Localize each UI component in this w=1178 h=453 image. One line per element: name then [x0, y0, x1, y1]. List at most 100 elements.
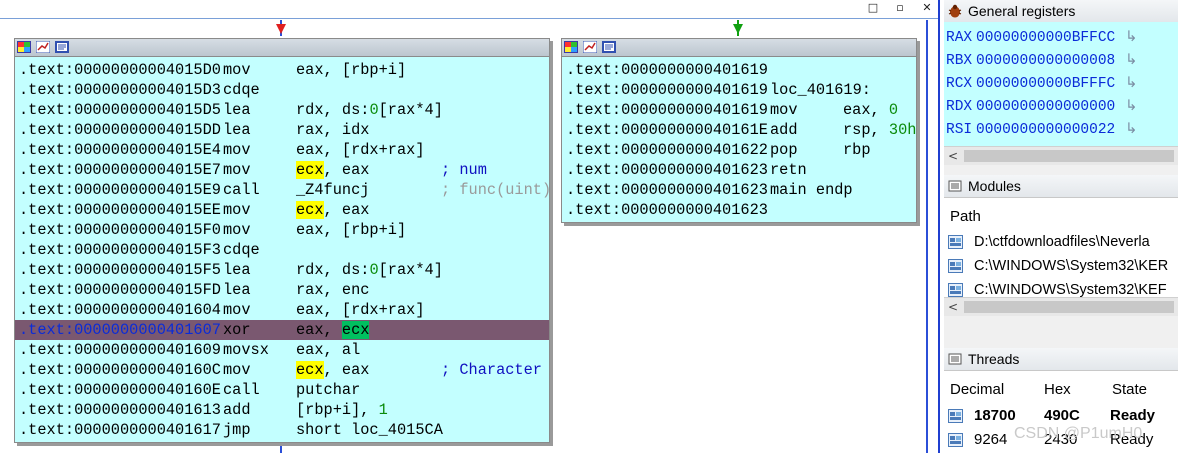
- operands[interactable]: eax, [rdx+rax]: [296, 300, 425, 320]
- operands[interactable]: eax, [rbp+i]: [296, 60, 406, 80]
- decimal-column[interactable]: Decimal: [950, 378, 1004, 402]
- code-block-left[interactable]: .text:00000000004015D0 mov eax, [rbp+i] .te…: [14, 38, 551, 443]
- register-value[interactable]: 00000000000BFFCC: [976, 30, 1115, 46]
- register-value[interactable]: 0000000000000000: [976, 99, 1115, 115]
- jump-arrow-icon[interactable]: ↳: [1125, 121, 1137, 137]
- operands[interactable]: rax, idx: [296, 120, 369, 140]
- code-line[interactable]: .text:00000000004015F5 lea rdx, ds:0[rax*4…: [15, 260, 549, 280]
- operands[interactable]: eax, [rdx+rax]: [296, 140, 425, 160]
- color-icon[interactable]: [17, 41, 31, 53]
- address[interactable]: .text:0000000000401619: [566, 100, 768, 120]
- operands[interactable]: putchar: [296, 380, 360, 400]
- register-row[interactable]: RBX 0000000000000008 ↳: [946, 49, 1137, 71]
- registers-list[interactable]: RAX 00000000000BFFCC ↳ RBX 0000000000000008 ↳…: [944, 22, 1178, 146]
- code-line[interactable]: .text:00000000004015EE mov ecx, eax: [15, 200, 549, 220]
- address[interactable]: .text:0000000000401623: [566, 160, 768, 180]
- operands[interactable]: eax, al: [296, 340, 360, 360]
- mnemonic[interactable]: mov: [223, 160, 251, 180]
- highlighted-register[interactable]: ecx: [296, 201, 324, 219]
- mnemonic[interactable]: cdqe: [223, 80, 260, 100]
- code-line[interactable]: .text:0000000000401619 loc_401619:: [562, 80, 916, 100]
- register-row[interactable]: RDX 0000000000000000 ↳: [946, 95, 1137, 117]
- color-icon[interactable]: [564, 41, 578, 53]
- operand-text[interactable]: _Z4funcj: [296, 181, 369, 199]
- operands[interactable]: eax, [rbp+i]: [296, 220, 406, 240]
- numeric-operand[interactable]: 1: [379, 401, 388, 419]
- operands[interactable]: rdx, ds:0[rax*4]: [296, 260, 443, 280]
- jump-arrow-icon[interactable]: ↳: [1125, 29, 1137, 45]
- code-block-right[interactable]: .text:0000000000401619 .text:000000000040…: [561, 38, 917, 223]
- operands[interactable]: [rbp+i], 1: [296, 400, 388, 420]
- jump-arrow-icon[interactable]: ↳: [1125, 75, 1137, 91]
- address[interactable]: .text:0000000000401604: [19, 300, 221, 320]
- code-line[interactable]: .text:00000000004015D3 cdqe: [15, 80, 549, 100]
- mnemonic[interactable]: call: [223, 380, 260, 400]
- jump-arrow-icon[interactable]: ↳: [1125, 52, 1137, 68]
- operand-text[interactable]: rdx, ds:: [296, 101, 369, 119]
- maximize-button[interactable]: ▫: [891, 1, 909, 15]
- close-button[interactable]: ✕: [918, 1, 936, 15]
- mnemonic[interactable]: mov: [223, 140, 251, 160]
- jump-arrow-icon[interactable]: ↳: [1125, 98, 1137, 114]
- operand-text[interactable]: [rbp+i],: [296, 401, 379, 419]
- operands[interactable]: rax, enc: [296, 280, 369, 300]
- state-column[interactable]: State: [1112, 378, 1147, 402]
- address[interactable]: .text:0000000000401623: [566, 200, 768, 220]
- operand-text[interactable]: eax,: [843, 101, 889, 119]
- code-line[interactable]: .text:0000000000401623 main endp: [562, 180, 916, 200]
- code-line[interactable]: .text:0000000000401622 pop rbp: [562, 140, 916, 160]
- module-row[interactable]: D:\ctfdownloadfiles\Neverla: [944, 231, 1178, 253]
- mnemonic[interactable]: movsx: [223, 340, 269, 360]
- operands[interactable]: ecx, eax: [296, 360, 369, 380]
- graph-icon[interactable]: [583, 41, 597, 53]
- address[interactable]: .text:00000000004015DD: [19, 120, 221, 140]
- scroll-left-icon[interactable]: <: [948, 147, 958, 165]
- address[interactable]: .text:000000000040161E: [566, 120, 768, 140]
- mnemonic[interactable]: mov: [223, 200, 251, 220]
- mnemonic[interactable]: jmp: [223, 420, 251, 440]
- address[interactable]: .text:00000000004015FD: [19, 280, 221, 300]
- code-line[interactable]: .text:00000000004015F0 mov eax, [rbp+i]: [15, 220, 549, 240]
- numeric-operand[interactable]: 0: [369, 101, 378, 119]
- code-line[interactable]: .text:00000000004015F3 cdqe: [15, 240, 549, 260]
- mnemonic[interactable]: add: [770, 120, 798, 140]
- mnemonic[interactable]: mov: [223, 60, 251, 80]
- mnemonic[interactable]: call: [223, 180, 260, 200]
- operand-text[interactable]: eax, al: [296, 341, 360, 359]
- group-icon[interactable]: [55, 41, 69, 53]
- operand-text[interactable]: [rax*4]: [379, 261, 443, 279]
- hex-column[interactable]: Hex: [1044, 378, 1071, 402]
- scroll-left-icon[interactable]: <: [948, 298, 958, 316]
- registers-scrollbar[interactable]: <: [944, 146, 1178, 165]
- operands[interactable]: rbp: [843, 140, 871, 160]
- code-line[interactable]: .text:00000000004015E4 mov eax, [rdx+rax]: [15, 140, 549, 160]
- operand-text[interactable]: [rax*4]: [379, 101, 443, 119]
- code-line[interactable]: .text:0000000000401617 jmp short loc_4015C…: [15, 420, 549, 440]
- mnemonic[interactable]: retn: [770, 160, 807, 180]
- mnemonic[interactable]: lea: [223, 280, 251, 300]
- address[interactable]: .text:00000000004015D0: [19, 60, 221, 80]
- mnemonic[interactable]: loc_401619:: [770, 80, 871, 100]
- address[interactable]: .text:0000000000401613: [19, 400, 221, 420]
- operands[interactable]: rsp, 30h: [843, 120, 916, 140]
- operand-text[interactable]: eax, [rdx+rax]: [296, 141, 425, 159]
- mnemonic[interactable]: lea: [223, 100, 251, 120]
- address[interactable]: .text:0000000000401622: [566, 140, 768, 160]
- scroll-thumb[interactable]: [964, 301, 1174, 313]
- mnemonic[interactable]: lea: [223, 120, 251, 140]
- code-line[interactable]: .text:000000000040161E add rsp, 30h: [562, 120, 916, 140]
- code-line[interactable]: .text:0000000000401623: [562, 200, 916, 220]
- operands[interactable]: ecx, eax: [296, 200, 369, 220]
- graph-view[interactable]: □ ▫ ✕ .text:00000000004015D0 mov eax, [rbp…: [0, 0, 938, 453]
- code-line[interactable]: .text:0000000000401619 mov eax, 0: [562, 100, 916, 120]
- operand-text[interactable]: eax, [rbp+i]: [296, 61, 406, 79]
- group-icon[interactable]: [602, 41, 616, 53]
- operand-text[interactable]: rsp,: [843, 121, 889, 139]
- code-line[interactable]: .text:00000000004015D5 lea rdx, ds:0[rax*4…: [15, 100, 549, 120]
- code-line[interactable]: .text:00000000004015FD lea rax, enc: [15, 280, 549, 300]
- mnemonic[interactable]: lea: [223, 260, 251, 280]
- modules-scrollbar[interactable]: <: [944, 297, 1178, 316]
- mnemonic[interactable]: mov: [223, 220, 251, 240]
- code-line[interactable]: .text:00000000004015D0 mov eax, [rbp+i]: [15, 60, 549, 80]
- register-row[interactable]: RSI 0000000000000022 ↳: [946, 118, 1137, 140]
